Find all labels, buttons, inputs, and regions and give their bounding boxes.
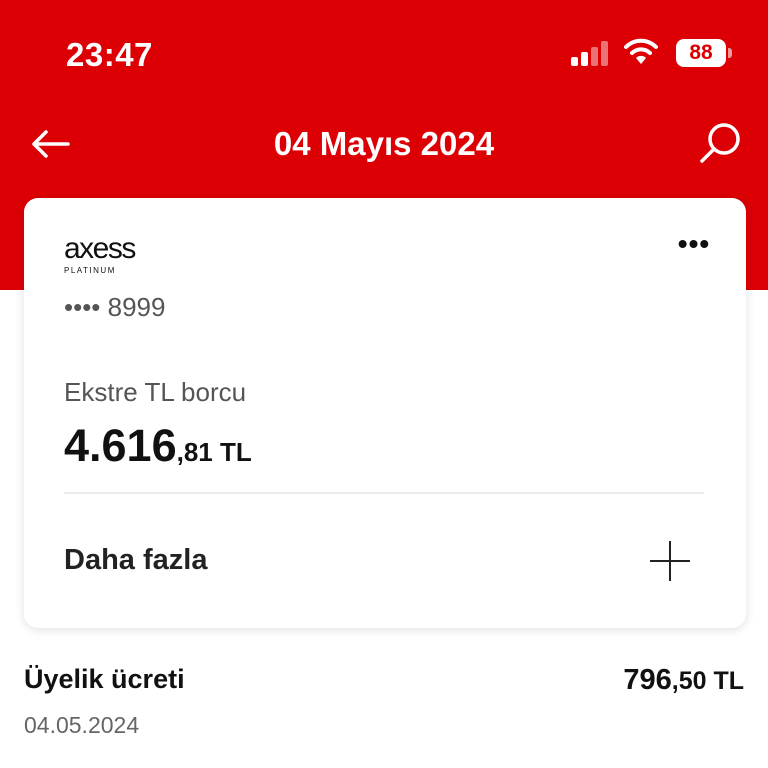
cellular-signal-icon: [571, 40, 611, 66]
battery-icon: 88: [676, 39, 732, 67]
battery-level: 88: [676, 39, 726, 67]
statement-debt-label: Ekstre TL borcu: [64, 377, 247, 407]
status-time: 23:47: [66, 36, 153, 73]
more-details-toggle[interactable]: Daha fazla: [24, 494, 746, 628]
search-icon[interactable]: [696, 120, 744, 168]
statement-debt-amount: 4.616,81 TL: [64, 420, 252, 471]
status-bar: 23:47 88: [0, 0, 768, 108]
top-navigation: 04 Mayıs 2024: [0, 108, 768, 180]
wifi-icon: [624, 38, 658, 66]
credit-card-summary: axess PLATINUM ••• •••• 8999 Ekstre TL b…: [24, 198, 746, 628]
plus-icon: [650, 541, 690, 581]
more-options-icon[interactable]: •••: [674, 230, 714, 264]
transaction-title: Üyelik ücreti: [24, 664, 185, 694]
axess-platinum-logo: axess PLATINUM: [64, 232, 136, 276]
transaction-row[interactable]: Üyelik ücreti 04.05.2024 796,50 TL: [0, 660, 768, 750]
transaction-amount: 796,50 TL: [623, 664, 744, 696]
page-title: 04 Mayıs 2024: [273, 125, 495, 162]
transaction-date: 04.05.2024: [24, 712, 140, 738]
card-number-masked: •••• 8999: [64, 292, 166, 322]
more-details-label: Daha fazla: [64, 544, 208, 576]
